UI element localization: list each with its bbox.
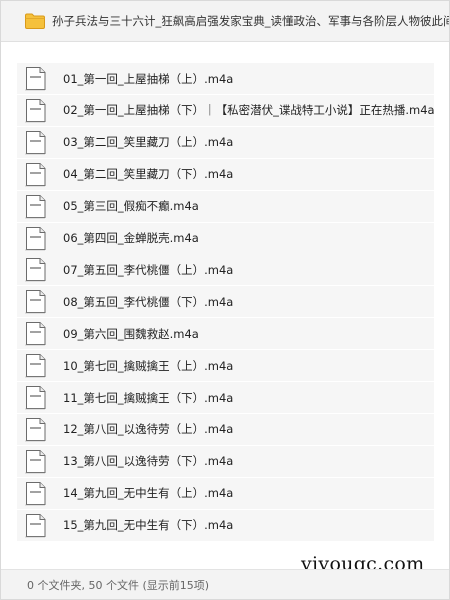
file-icon (25, 354, 46, 378)
file-name: 13_第八回_以逸待劳（下）.m4a (63, 454, 234, 469)
file-name: 12_第八回_以逸待劳（上）.m4a (63, 422, 234, 437)
file-name: 09_第六回_围魏救赵.m4a (63, 326, 199, 341)
file-icon (25, 130, 46, 155)
file-row[interactable]: 04_第二回_笑里藏刀（下）.m4a (17, 158, 434, 190)
file-row[interactable]: 06_第四回_金蝉脱壳.m4a (17, 222, 434, 254)
folder-title: 孙子兵法与三十六计_狂飙高启强发家宝典_读懂政治、军事与各阶层人物彼此间的谋略 (52, 14, 449, 28)
file-name: 03_第二回_笑里藏刀（上）.m4a (63, 135, 234, 150)
file-icon (25, 481, 46, 505)
file-browser-window: 孙子兵法与三十六计_狂飙高启强发家宝典_读懂政治、军事与各阶层人物彼此间的谋略 … (0, 0, 450, 600)
file-row[interactable]: 14_第九回_无中生有（上）.m4a (17, 477, 434, 509)
file-row[interactable]: 15_第九回_无中生有（下）.m4a (17, 509, 434, 541)
file-name: 08_第五回_李代桃僵（下）.m4a (63, 294, 234, 309)
file-icon (25, 386, 46, 410)
status-text: 0 个文件夹, 50 个文件 (显示前15项) (27, 579, 210, 592)
file-row[interactable]: 11_第七回_擒贼擒王（下）.m4a (17, 382, 434, 413)
file-icon (25, 98, 46, 123)
file-name: 05_第三回_假痴不癫.m4a (63, 199, 199, 214)
file-icon (25, 513, 46, 537)
file-name: 02_第一回_上屋抽梯（下）｜【私密潜伏_谍战特工小说】正在热播.m4a (63, 103, 435, 118)
file-row[interactable]: 10_第七回_擒贼擒王（上）.m4a (17, 350, 434, 382)
file-row[interactable]: 03_第二回_笑里藏刀（上）.m4a (17, 126, 434, 158)
file-icon (25, 290, 46, 314)
file-name: 10_第七回_擒贼擒王（上）.m4a (63, 358, 234, 373)
file-row[interactable]: 05_第三回_假痴不癫.m4a (17, 190, 434, 222)
file-row[interactable]: 02_第一回_上屋抽梯（下）｜【私密潜伏_谍战特工小说】正在热播.m4a (17, 94, 435, 126)
file-name: 15_第九回_无中生有（下）.m4a (63, 518, 234, 533)
file-icon (25, 226, 46, 250)
file-icon (25, 258, 46, 282)
file-row[interactable]: 12_第八回_以逸待劳（上）.m4a (17, 413, 434, 445)
file-icon (25, 322, 46, 346)
file-icon (25, 67, 46, 91)
file-name: 06_第四回_金蝉脱壳.m4a (63, 231, 199, 245)
status-bar: 0 个文件夹, 50 个文件 (显示前15项) (1, 569, 449, 599)
file-icon (25, 162, 46, 186)
file-row[interactable]: 09_第六回_围魏救赵.m4a (17, 318, 434, 350)
file-row[interactable]: 07_第五回_李代桃僵（上）.m4a (17, 254, 434, 286)
file-name: 04_第二回_笑里藏刀（下）.m4a (63, 167, 234, 182)
file-row[interactable]: 08_第五回_李代桃僵（下）.m4a (17, 286, 434, 318)
file-name: 07_第五回_李代桃僵（上）.m4a (63, 262, 234, 277)
file-icon (25, 417, 46, 442)
file-name: 14_第九回_无中生有（上）.m4a (63, 486, 234, 501)
folder-icon (25, 13, 45, 29)
file-row[interactable]: 13_第八回_以逸待劳（下）.m4a (17, 445, 434, 477)
file-icon (25, 194, 46, 218)
folder-header: 孙子兵法与三十六计_狂飙高启强发家宝典_读懂政治、军事与各阶层人物彼此间的谋略 (1, 1, 449, 42)
file-name: 01_第一回_上屋抽梯（上）.m4a (63, 71, 234, 86)
file-name: 11_第七回_擒贼擒王（下）.m4a (63, 390, 234, 405)
file-icon (25, 449, 46, 474)
file-row[interactable]: 01_第一回_上屋抽梯（上）.m4a (17, 63, 434, 94)
